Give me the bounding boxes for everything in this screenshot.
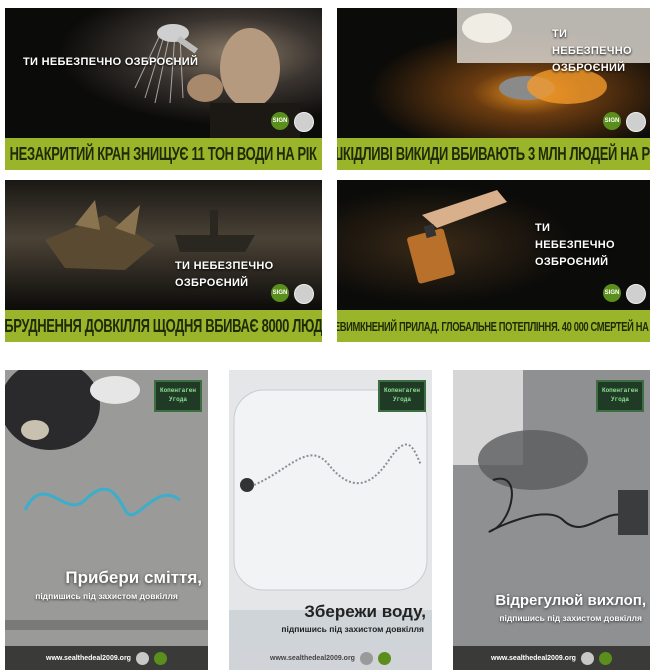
banner-caption: НЕЗАКРИТИЙ КРАН ЗНИЩУЄ 11 ТОН ВОДИ НА РІ… — [10, 143, 317, 164]
logos: SIGN — [603, 112, 646, 132]
poster-footer: www.sealthedeal2009.org — [229, 646, 432, 670]
banner-caption-bar: ШКІДЛИВІ ВИКИДИ ВБИВАЮТЬ 3 МЛН ЛЮДЕЙ НА … — [337, 138, 650, 170]
logos: SIGN — [603, 284, 646, 304]
logos: SIGN — [271, 284, 314, 304]
poster-footer: www.sealthedeal2009.org — [453, 646, 650, 670]
banner-tagline: ТИ НЕБЕЗПЕЧНО ОЗБРОЄНИЙ — [535, 222, 615, 268]
banner-tagline: ТИ НЕБЕЗПЕЧНО ОЗБРОЄНИЙ — [552, 28, 632, 74]
un-logo-icon — [294, 284, 314, 304]
banner-caption: ШКІДЛИВІ ВИКИДИ ВБИВАЮТЬ 3 МЛН ЛЮДЕЙ НА … — [337, 143, 650, 164]
poster-subline: підпишись під захистом довкілля — [499, 613, 642, 623]
green-logo-icon: SIGN — [271, 112, 289, 130]
banner-caption: ЗАБРУДНЕННЯ ДОВКІЛЛЯ ЩОДНЯ ВБИВАЄ 8000 Л… — [5, 315, 322, 336]
green-logo-icon: SIGN — [271, 284, 289, 302]
poster-headline: Прибери сміття, — [65, 568, 202, 587]
poster-headline: Відрегулюй вихлоп, — [495, 592, 646, 609]
un-logo-icon — [135, 651, 149, 665]
green-logo-icon — [598, 651, 612, 665]
url-link[interactable]: www.sealthedeal2009.org — [270, 655, 355, 662]
banner-caption-bar: НЕЗАКРИТИЙ КРАН ЗНИЩУЄ 11 ТОН ВОДИ НА РІ… — [5, 138, 322, 170]
green-logo-icon: SIGN — [603, 112, 621, 130]
banner-tagline: ТИ НЕБЕЗПЕЧНО ОЗБРОЄНИЙ — [23, 56, 199, 68]
exhaust-poster-image — [453, 370, 650, 670]
banner-caption-bar: НЕВИМКНЕНИЙ ПРИЛАД. ГЛОБАЛЬНЕ ПОТЕПЛІННЯ… — [337, 310, 650, 342]
stamp: Копенгаген Угода — [596, 380, 644, 412]
stamp: Копенгаген Угода — [154, 380, 202, 412]
poster-subline: підпишись під захистом довкілля — [35, 591, 178, 601]
poster-bath: Копенгаген Угода Збережи воду, підпишись… — [229, 370, 432, 670]
trash-image — [5, 370, 208, 670]
url-link[interactable]: www.sealthedeal2009.org — [46, 655, 131, 662]
poster-subline: підпишись під захистом довкілля — [281, 624, 424, 634]
un-logo-icon — [294, 112, 314, 132]
un-logo-icon — [626, 112, 646, 132]
banner-caption: НЕВИМКНЕНИЙ ПРИЛАД. ГЛОБАЛЬНЕ ПОТЕПЛІННЯ… — [337, 318, 650, 334]
banner-ship: ТИ НЕБЕЗПЕЧНО ОЗБРОЄНИЙ SIGN ЗАБРУДНЕННЯ… — [5, 180, 322, 342]
banner-exhaust: ТИ НЕБЕЗПЕЧНО ОЗБРОЄНИЙ SIGN ШКІДЛИВІ ВИ… — [337, 8, 650, 170]
un-logo-icon — [626, 284, 646, 304]
banner-caption-bar: ЗАБРУДНЕННЯ ДОВКІЛЛЯ ЩОДНЯ ВБИВАЄ 8000 Л… — [5, 310, 322, 342]
poster-headline: Збережи воду, — [304, 602, 426, 621]
green-logo-icon: SIGN — [603, 284, 621, 302]
un-logo-icon — [359, 651, 373, 665]
url-link[interactable]: www.sealthedeal2009.org — [491, 655, 576, 662]
poster-exhaust: Копенгаген Угода Відрегулюй вихлоп, підп… — [453, 370, 650, 670]
poster-trash: Копенгаген Угода Прибери сміття, підпиши… — [5, 370, 208, 670]
green-logo-icon — [153, 651, 167, 665]
banner-shower: ТИ НЕБЕЗПЕЧНО ОЗБРОЄНИЙ SIGN НЕЗАКРИТИЙ … — [5, 8, 322, 170]
un-logo-icon — [580, 651, 594, 665]
stamp: Копенгаген Угода — [378, 380, 426, 412]
poster-footer: www.sealthedeal2009.org — [5, 646, 208, 670]
banner-plug: ТИ НЕБЕЗПЕЧНО ОЗБРОЄНИЙ SIGN НЕВИМКНЕНИЙ… — [337, 180, 650, 342]
green-logo-icon — [377, 651, 391, 665]
logos: SIGN — [271, 112, 314, 132]
